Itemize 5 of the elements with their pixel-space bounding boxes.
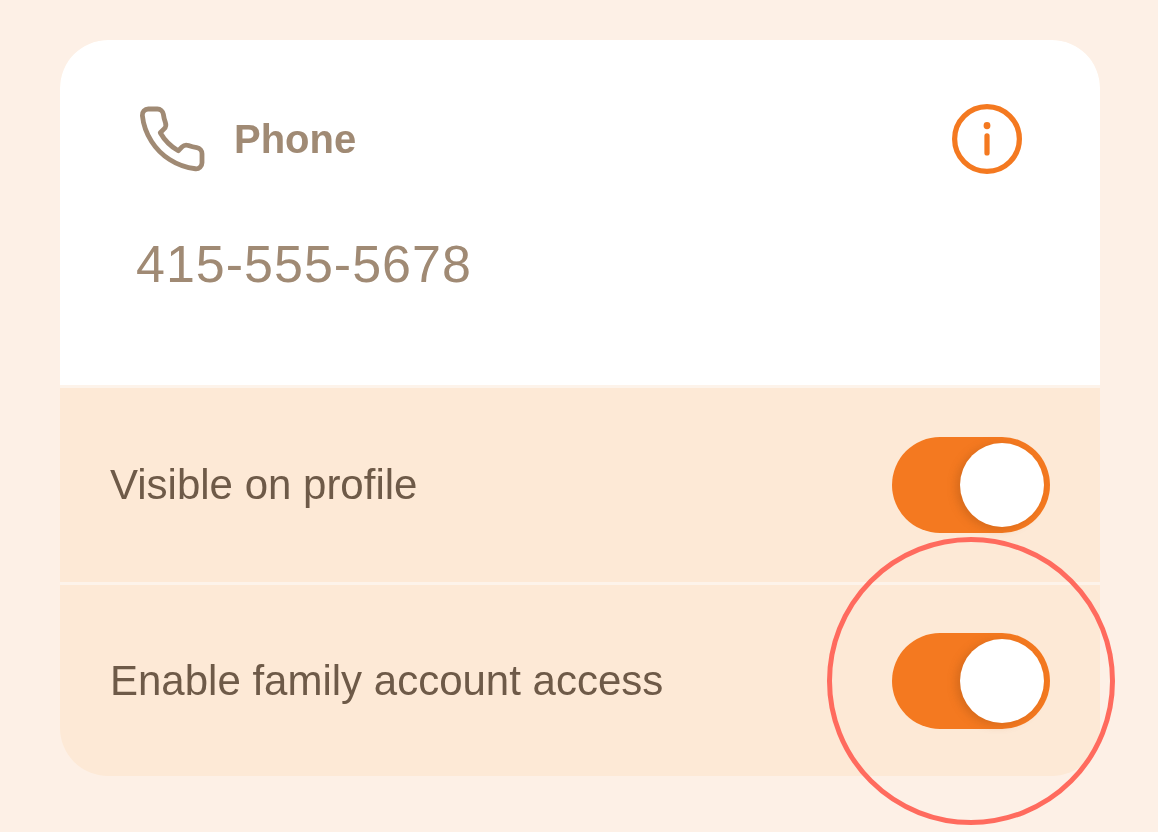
phone-number: 415-555-5678 (136, 234, 473, 294)
field-label: Phone (234, 116, 358, 162)
setting-label: Enable family account access (110, 656, 664, 705)
info-icon[interactable] (950, 102, 1024, 176)
setting-label: Visible on profile (110, 461, 418, 509)
